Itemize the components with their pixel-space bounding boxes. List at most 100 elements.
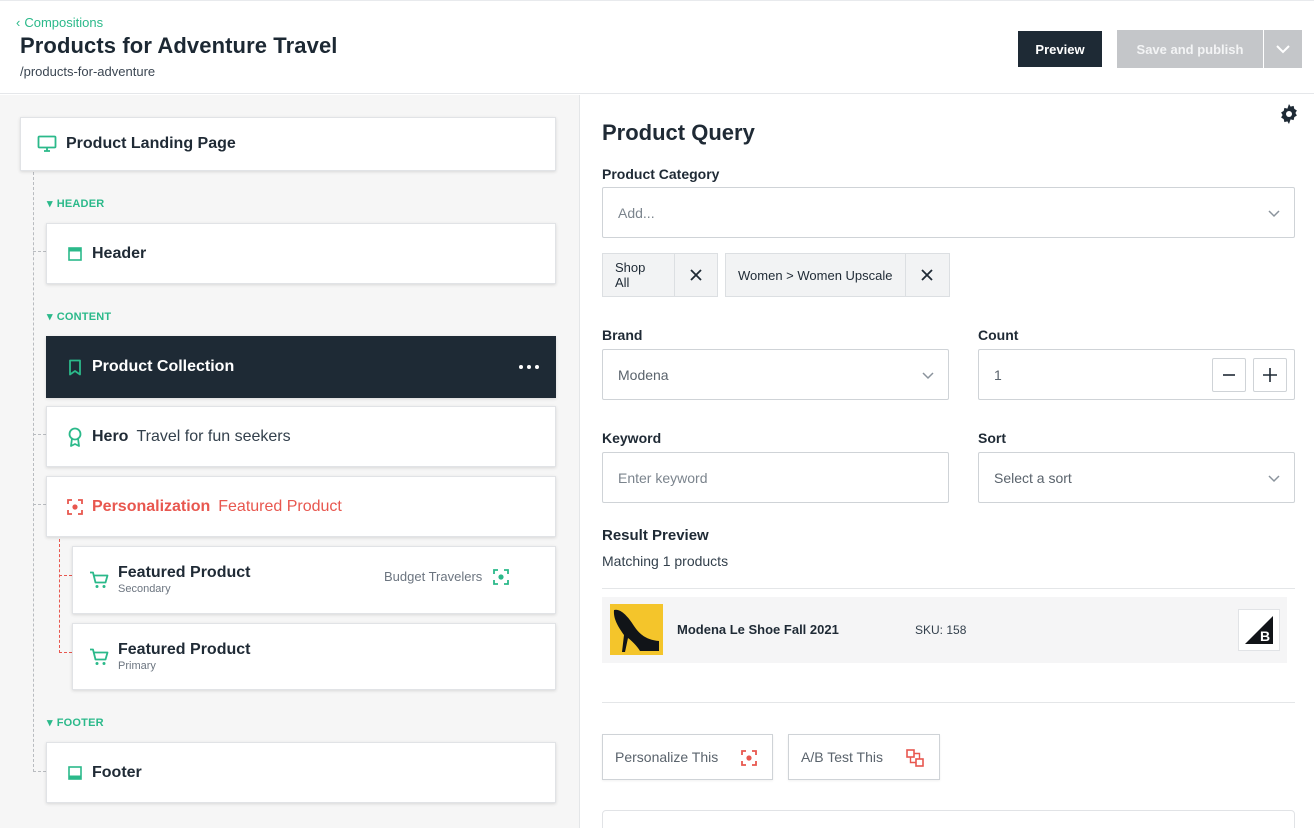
caret-down-icon: ▾ [47,717,53,729]
section-label-header: HEADER [56,197,105,210]
tree-connector [33,771,46,772]
chevron-left-icon: ‹ [16,15,21,30]
keyword-input[interactable]: Enter keyword [602,452,949,503]
tree-connector [33,251,46,252]
tree-node-label: Featured Product [118,564,251,581]
decrement-minus-icon[interactable] [1212,358,1246,392]
tree-node-sublabel: Secondary [118,583,171,595]
settings-gear-icon[interactable] [1279,104,1299,124]
count-value: 1 [994,366,1002,383]
tree-node-product-collection[interactable]: Product Collection [46,336,556,398]
tree-connector [33,434,46,435]
tree-node-featured-product-primary[interactable]: Featured Product Primary [72,623,556,690]
chip-label: Women > Women Upscale [726,254,906,296]
bigcommerce-logo-icon: B [1238,609,1280,651]
panel-title: Product Query [602,120,755,145]
breadcrumb[interactable]: ‹ Compositions [16,15,103,30]
ab-test-icon [906,749,924,770]
chevron-down-icon [1276,44,1290,53]
tree-node-hero[interactable]: Hero Travel for fun seekers [46,406,556,467]
svg-text:B: B [1260,628,1270,644]
keyword-placeholder: Enter keyword [618,469,708,486]
audience-tag: Budget Travelers [384,569,483,584]
preview-button[interactable]: Preview [1018,31,1102,67]
section-label-content: CONTENT [56,310,112,323]
section-label-footer: FOOTER [56,716,104,729]
tree-node-label: Product Collection [92,358,235,375]
remove-chip-close-icon[interactable] [906,254,948,296]
product-category-select[interactable]: Add... [602,187,1295,238]
tree-node-label: Hero [92,427,129,445]
chip-label: Shop All [603,254,676,296]
personalization-connector [59,575,72,576]
personalize-this-button[interactable]: Personalize This [602,734,773,780]
category-chip-shop-all: Shop All [602,253,718,297]
save-and-publish-button[interactable]: Save and publish [1117,30,1263,68]
divider [602,702,1295,703]
tree-node-product-landing-page[interactable]: Product Landing Page [20,117,556,171]
matching-count-text: Matching 1 products [602,553,729,569]
result-product-row[interactable]: Modena Le Shoe Fall 2021 SKU: 158 B [602,597,1287,663]
increment-plus-icon[interactable] [1253,358,1287,392]
brand-value: Modena [618,366,669,383]
sort-placeholder: Select a sort [994,469,1072,486]
product-category-label: Product Category [602,166,720,182]
personalization-icon [493,569,509,590]
personalization-icon [65,497,85,517]
result-preview-label: Result Preview [602,527,709,544]
ab-test-this-button[interactable]: A/B Test This [788,734,940,780]
tree-connector [33,172,34,772]
divider [602,588,1295,589]
sort-label: Sort [978,430,1006,446]
next-field-card [602,810,1295,828]
personalization-icon [741,750,757,769]
tree-node-header[interactable]: Header [46,223,556,284]
result-product-sku: SKU: 158 [915,623,967,637]
shopping-cart-icon [89,647,109,667]
tree-node-label: Product Landing Page [66,135,236,152]
tree-node-personalization[interactable]: Personalization Featured Product [46,476,556,537]
chevron-down-icon [922,367,934,383]
header-layout-icon [65,244,85,264]
personalize-this-label: Personalize This [615,749,719,765]
tree-node-sublabel: Primary [118,659,156,672]
page-slug: /products-for-adventure [20,64,156,79]
tree-node-footer[interactable]: Footer [46,742,556,803]
product-thumbnail [610,604,663,655]
keyword-label: Keyword [602,430,662,446]
ab-test-this-label: A/B Test This [801,749,883,765]
count-label: Count [978,327,1019,343]
brand-label: Brand [602,327,643,343]
publish-options-dropdown[interactable] [1264,30,1302,68]
tree-node-label: Header [92,244,147,262]
brand-select[interactable]: Modena [602,349,949,400]
sort-select[interactable]: Select a sort [978,452,1295,503]
chevron-down-icon [1268,205,1280,221]
monitor-icon [37,134,57,154]
tree-node-label: Footer [92,763,142,781]
category-chip-women-upscale: Women > Women Upscale [725,253,950,297]
tree-node-featured-product-secondary[interactable]: Featured Product Secondary Budget Travel… [72,546,556,614]
top-bar: ‹ Compositions Products for Adventure Tr… [0,0,1314,94]
result-product-name: Modena Le Shoe Fall 2021 [677,622,839,637]
shopping-cart-icon [89,570,109,590]
section-toggle-footer[interactable]: ▾ FOOTER [47,716,104,730]
more-options-icon[interactable] [519,359,539,375]
tree-node-sublabel: Featured Product [218,497,342,515]
tree-node-label: Personalization [92,497,211,515]
section-toggle-header[interactable]: ▾ HEADER [47,197,105,211]
section-toggle-content[interactable]: ▾ CONTENT [47,310,112,324]
tree-connector [33,504,46,505]
award-icon [65,427,85,447]
caret-down-icon: ▾ [47,311,53,323]
remove-chip-close-icon[interactable] [675,254,717,296]
caret-down-icon: ▾ [47,198,53,210]
personalization-connector [59,652,72,653]
personalization-connector [59,539,60,653]
bookmark-icon [65,357,85,377]
count-stepper[interactable]: 1 [978,349,1295,400]
breadcrumb-compositions[interactable]: Compositions [24,15,103,30]
product-category-placeholder: Add... [618,204,655,221]
footer-layout-icon [65,763,85,783]
page-title: Products for Adventure Travel [20,33,338,58]
